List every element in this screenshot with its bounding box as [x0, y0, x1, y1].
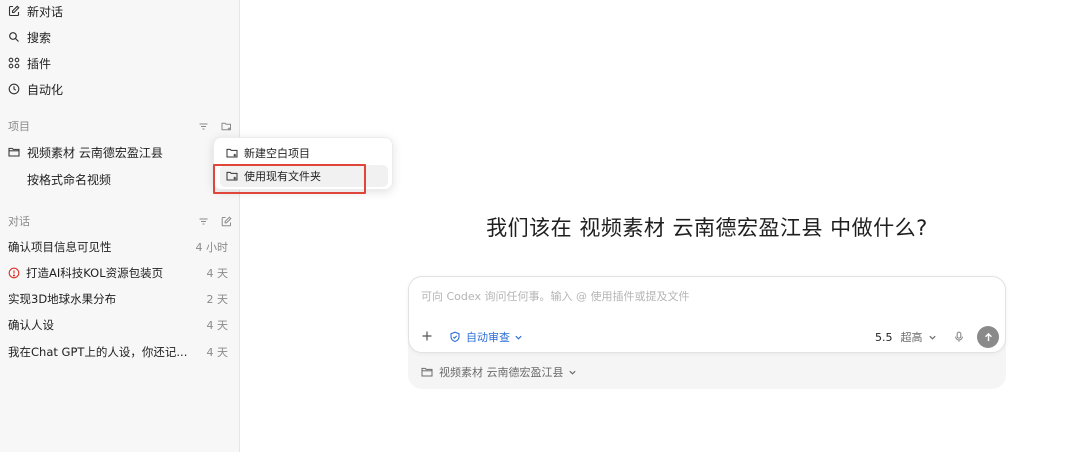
conversation-item[interactable]: 确认项目信息可见性 4 小时 [8, 236, 228, 258]
plus-icon [422, 331, 432, 341]
new-chat-label: 新对话 [27, 4, 64, 19]
project-item[interactable]: 视频素材 云南德宏盈江县 [8, 141, 232, 163]
prompt-input[interactable]: 可向 Codex 询问任何事。输入 @ 使用插件或提及文件 [421, 288, 689, 304]
project-thread-label: 按格式命名视频 [27, 172, 112, 187]
new-blank-project-menu-item[interactable]: 新建空白项目 [220, 142, 388, 164]
auto-review-dropdown[interactable]: 自动审查 [449, 329, 523, 345]
clock-icon [8, 83, 20, 95]
new-project-icon[interactable] [221, 121, 232, 132]
conversation-item[interactable]: 打造AI科技KOL资源包装页 4 天 [8, 262, 228, 284]
search-label: 搜索 [27, 30, 52, 45]
automation-label: 自动化 [27, 82, 64, 97]
chevron-down-icon [514, 333, 523, 342]
project-thread-item[interactable]: 按格式命名视频 5 [27, 168, 232, 190]
new-project-menu: 新建空白项目 使用现有文件夹 [213, 137, 393, 190]
use-existing-folder-menu-item[interactable]: 使用现有文件夹 [220, 165, 388, 187]
page-title: 我们该在 视频素材 云南德宏盈江县 中做什么? [486, 216, 928, 240]
add-attachment-button[interactable] [419, 328, 435, 344]
conversation-title: 实现3D地球水果分布 [8, 292, 117, 306]
filter-icon[interactable] [198, 121, 209, 132]
auto-review-label: 自动审查 [466, 331, 510, 344]
microphone-button[interactable] [952, 329, 966, 345]
folder-icon [421, 366, 433, 378]
conversation-title: 我在Chat GPT上的人设，你还记... [8, 345, 188, 359]
reasoning-level: 超高 [900, 331, 923, 344]
filter-icon[interactable] [198, 216, 209, 227]
project-name: 视频素材 云南德宏盈江县 [27, 145, 163, 160]
folder-plus-icon [226, 147, 238, 159]
folder-icon [8, 146, 20, 158]
conversation-time: 4 小时 [195, 241, 229, 254]
plugins-label: 插件 [27, 56, 52, 71]
conversations-section-header: 对话 [8, 212, 232, 230]
new-blank-project-label: 新建空白项目 [244, 147, 310, 160]
shield-icon [449, 331, 461, 343]
folder-label: 视频素材 云南德宏盈江县 [439, 366, 564, 379]
compose-icon [8, 5, 20, 17]
plugins-button[interactable]: 插件 [8, 52, 51, 74]
conversation-time: 4 天 [206, 267, 229, 280]
new-chat-button[interactable]: 新对话 [8, 0, 63, 22]
chevron-down-icon [568, 368, 577, 377]
conversation-time: 4 天 [206, 319, 229, 332]
microphone-icon [955, 331, 963, 342]
composer-box[interactable]: 可向 Codex 询问任何事。输入 @ 使用插件或提及文件 自动审查 5.5 超… [408, 276, 1006, 353]
conversation-item[interactable]: 我在Chat GPT上的人设，你还记... 4 天 [8, 341, 228, 363]
folder-selector[interactable]: 视频素材 云南德宏盈江县 [421, 364, 577, 380]
sidebar: 新对话 搜索 插件 自动化 项目 视频素材 云南德宏盈江县 按格式命名视频 对话… [0, 0, 240, 452]
use-existing-folder-label: 使用现有文件夹 [244, 170, 321, 183]
projects-section-header: 项目 [8, 117, 232, 135]
conversation-title: 打造AI科技KOL资源包装页 [26, 266, 164, 280]
conversation-title: 确认人设 [8, 318, 54, 332]
arrow-up-icon [984, 332, 992, 341]
conversation-item[interactable]: 确认人设 4 天 [8, 314, 228, 336]
model-selector[interactable]: 5.5 超高 [875, 329, 937, 345]
compose-icon[interactable] [221, 215, 232, 227]
conversation-item[interactable]: 实现3D地球水果分布 2 天 [8, 288, 228, 310]
conversation-time: 2 天 [206, 293, 229, 306]
automation-button[interactable]: 自动化 [8, 78, 63, 100]
send-button[interactable] [977, 326, 999, 348]
chevron-down-icon [928, 333, 937, 342]
conversation-time: 4 天 [206, 346, 229, 359]
model-version: 5.5 [875, 330, 893, 344]
composer-container: 可向 Codex 询问任何事。输入 @ 使用插件或提及文件 自动审查 5.5 超… [408, 276, 1006, 389]
projects-header-label: 项目 [8, 120, 30, 133]
search-button[interactable]: 搜索 [8, 26, 51, 48]
folder-plus-icon [226, 170, 238, 182]
conversation-title: 确认项目信息可见性 [8, 240, 112, 254]
plugins-grid-icon [8, 57, 20, 69]
search-icon [8, 31, 20, 43]
conversations-header-label: 对话 [8, 215, 30, 228]
alert-circle-icon [8, 267, 20, 279]
